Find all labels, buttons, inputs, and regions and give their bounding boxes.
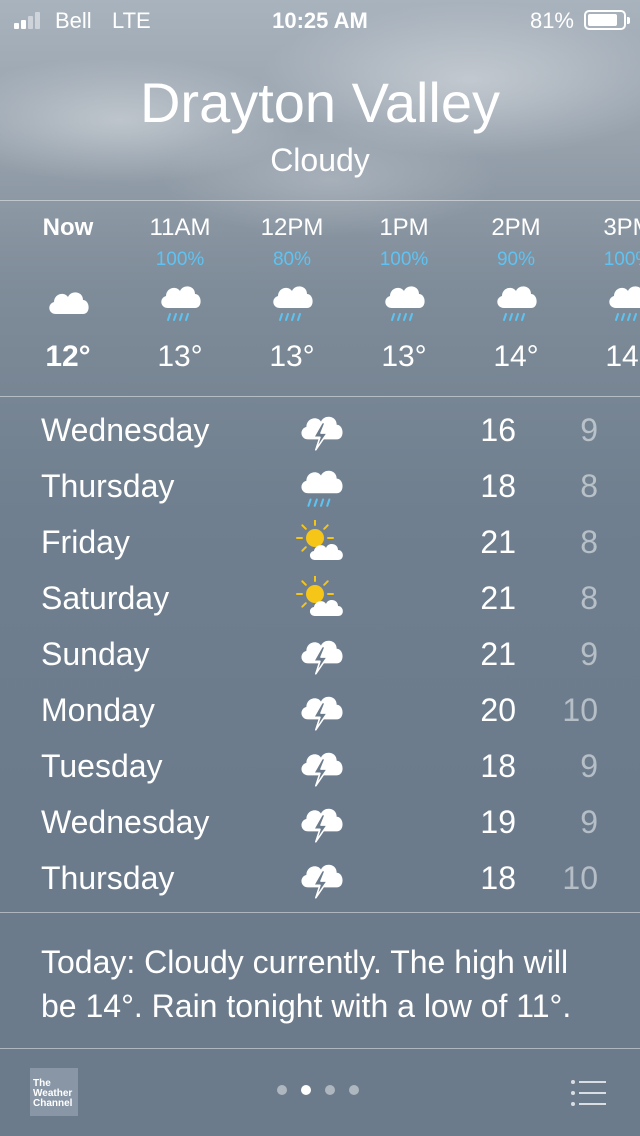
battery-icon <box>584 10 630 30</box>
precip-chance: 90% <box>496 249 536 270</box>
day-row: Monday 20 10 <box>0 684 640 740</box>
high-temp: 21 <box>480 524 516 560</box>
day-row: Sunday 21 9 <box>0 628 640 684</box>
day-row: Friday 21 8 <box>0 516 640 572</box>
precip-chance: 100% <box>603 249 640 270</box>
thunderstorm-icon <box>295 408 347 454</box>
hour-label: 12PM <box>260 214 324 241</box>
day-name: Monday <box>41 692 155 728</box>
low-temp: 9 <box>580 636 598 672</box>
hour-temp: 13° <box>269 340 315 373</box>
precip-chance: 100% <box>155 249 205 270</box>
page-dot[interactable] <box>325 1085 335 1095</box>
hour-label: 3PM <box>603 214 640 241</box>
hourly-forecast[interactable]: Now 12° 11AM 100% 13° 12PM 80% 13° 1PM 100% 13° 2PM… <box>0 200 640 396</box>
city-name: Drayton Valley <box>139 71 500 134</box>
low-temp: 10 <box>562 692 598 728</box>
today-summary: Today: Cloudy currently. The high will b… <box>41 944 572 1024</box>
low-temp: 9 <box>580 412 598 448</box>
low-temp: 8 <box>580 524 598 560</box>
page-dot[interactable] <box>277 1085 287 1095</box>
thunderstorm-icon <box>295 688 347 734</box>
high-temp: 18 <box>480 860 516 896</box>
hour-temp: 13° <box>157 340 203 373</box>
day-row: Wednesday 16 9 <box>0 404 640 460</box>
rain-cloud-icon <box>295 464 347 510</box>
thunderstorm-icon <box>295 632 347 678</box>
high-temp: 21 <box>480 580 516 616</box>
thunderstorm-icon <box>295 856 347 902</box>
rain-cloud-icon <box>492 280 540 324</box>
hour-temp: 14° <box>605 340 640 373</box>
day-row: Saturday 21 8 <box>0 572 640 628</box>
low-temp: 9 <box>580 748 598 784</box>
high-temp: 21 <box>480 636 516 672</box>
low-temp: 9 <box>580 804 598 840</box>
cloud-icon <box>44 280 92 324</box>
day-name: Wednesday <box>41 804 210 840</box>
current-condition: Cloudy <box>270 142 370 178</box>
thunderstorm-icon <box>295 744 347 790</box>
list-icon[interactable] <box>570 1078 606 1108</box>
high-temp: 18 <box>480 748 516 784</box>
day-row: Thursday 18 10 <box>0 852 640 908</box>
bottom-toolbar: The Weather Channel <box>0 1048 640 1136</box>
weather-channel-logo[interactable]: The Weather Channel <box>30 1068 78 1116</box>
high-temp: 19 <box>480 804 516 840</box>
low-temp: 10 <box>562 860 598 896</box>
rain-cloud-icon <box>380 280 428 324</box>
page-dot[interactable] <box>349 1085 359 1095</box>
page-dot[interactable] <box>301 1085 311 1095</box>
rain-cloud-icon <box>604 280 640 324</box>
partly-sunny-icon <box>295 519 347 566</box>
hour-label: 11AM <box>149 214 211 241</box>
status-bar: Bell LTE 10:25 AM 81% <box>0 0 640 40</box>
hour-label: 1PM <box>379 214 429 241</box>
thunderstorm-icon <box>295 800 347 846</box>
day-name: Friday <box>41 524 130 560</box>
precip-chance: 100% <box>379 249 429 270</box>
precip-chance: 80% <box>272 249 312 270</box>
day-row: Tuesday 18 9 <box>0 740 640 796</box>
day-name: Saturday <box>41 580 170 616</box>
hour-label: Now <box>42 214 94 241</box>
divider <box>0 912 640 913</box>
partly-sunny-icon <box>295 575 347 622</box>
low-temp: 8 <box>580 580 598 616</box>
day-name: Thursday <box>41 468 175 504</box>
high-temp: 20 <box>480 692 516 728</box>
day-name: Tuesday <box>41 748 163 784</box>
hour-temp: 13° <box>381 340 427 373</box>
low-temp: 8 <box>580 468 598 504</box>
day-row: Wednesday 19 9 <box>0 796 640 852</box>
high-temp: 18 <box>480 468 516 504</box>
hour-temp: 12° <box>45 340 91 373</box>
rain-cloud-icon <box>156 280 204 324</box>
day-name: Sunday <box>41 636 150 672</box>
day-name: Wednesday <box>41 412 210 448</box>
hour-label: 2PM <box>491 214 541 241</box>
divider <box>0 396 640 397</box>
hour-temp: 14° <box>493 340 539 373</box>
rain-cloud-icon <box>268 280 316 324</box>
high-temp: 16 <box>480 412 516 448</box>
day-name: Thursday <box>41 860 175 896</box>
battery-percent: 81% <box>529 8 574 33</box>
day-row: Thursday 18 8 <box>0 460 640 516</box>
